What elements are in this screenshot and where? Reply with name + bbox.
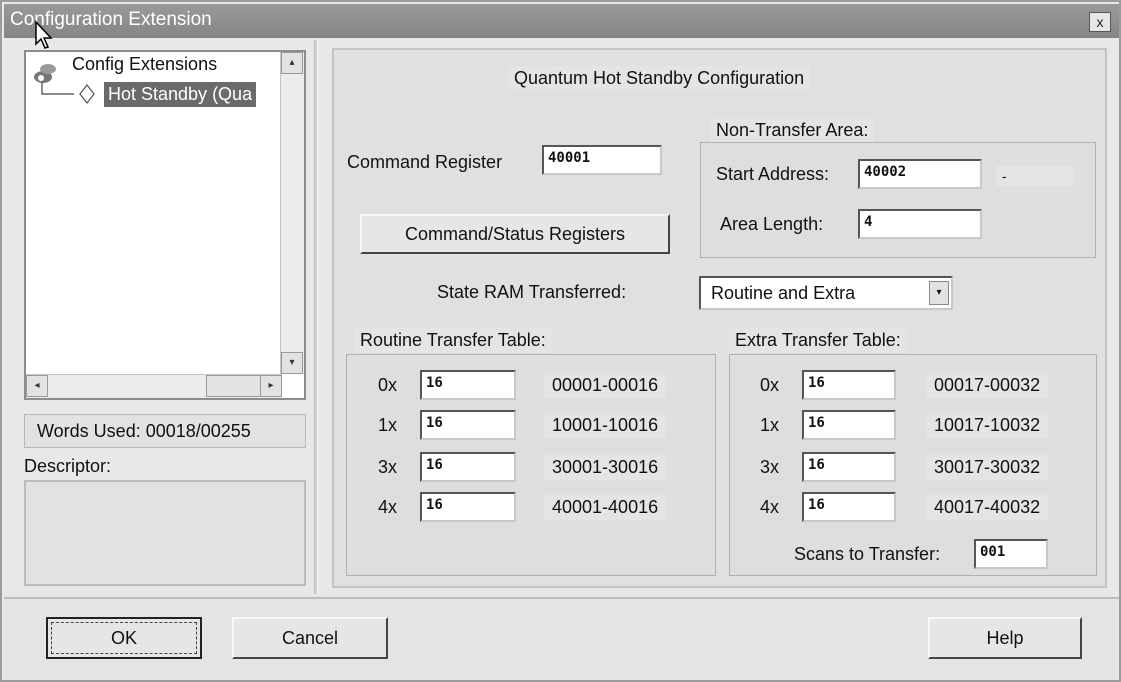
scroll-right-button[interactable]: ▸ [260, 375, 282, 397]
ok-button-focus: OK [51, 622, 197, 654]
routine-transfer-title: Routine Transfer Table: [354, 328, 552, 353]
extra-range-0x: 00017-00032 [926, 373, 1049, 398]
routine-count-0x[interactable]: 16 [420, 370, 516, 400]
scans-to-transfer-label: Scans to Transfer: [794, 544, 941, 564]
start-address-label: Start Address: [716, 164, 830, 184]
scroll-thumb[interactable] [206, 375, 266, 397]
extra-count-1x[interactable]: 16 [802, 410, 896, 440]
area-length-field[interactable]: 4 [858, 209, 982, 239]
words-used-box: Words Used: 00018/00255 [24, 414, 306, 448]
area-length-label: Area Length: [720, 214, 824, 234]
extra-count-4x[interactable]: 16 [802, 492, 896, 522]
dropdown-arrow-icon[interactable]: ▾ [929, 281, 949, 305]
routine-type-3x: 3x [378, 457, 398, 477]
extension-tree[interactable]: Config Extensions Hot Standby (Qua ▴ ▾ ◂… [24, 50, 306, 400]
routine-range-3x: 30001-30016 [544, 455, 667, 480]
routine-count-3x[interactable]: 16 [420, 452, 516, 482]
routine-range-1x: 10001-10016 [544, 413, 667, 438]
help-button[interactable]: Help [928, 617, 1082, 659]
scroll-down-button[interactable]: ▾ [281, 352, 303, 374]
words-used-text: Words Used: 00018/00255 [37, 421, 251, 441]
cancel-button[interactable]: Cancel [232, 617, 388, 659]
routine-type-4x: 4x [378, 497, 398, 517]
ok-button-label: OK [110, 628, 137, 648]
extra-type-0x: 0x [760, 375, 780, 395]
command-register-label: Command Register [347, 152, 503, 172]
tree-connector [41, 82, 74, 95]
state-ram-dropdown[interactable]: Routine and Extra ▾ [699, 276, 953, 310]
extra-type-4x: 4x [760, 497, 780, 517]
extra-type-3x: 3x [760, 457, 780, 477]
routine-type-1x: 1x [378, 415, 398, 435]
mouse-cursor-icon [35, 20, 53, 49]
extra-type-1x: 1x [760, 415, 780, 435]
extra-range-4x: 40017-40032 [926, 495, 1049, 520]
descriptor-box[interactable] [24, 480, 306, 586]
descriptor-label: Descriptor: [24, 456, 112, 476]
start-address-end-text: - [996, 166, 1074, 186]
extra-range-1x: 10017-10032 [926, 413, 1049, 438]
extra-range-3x: 30017-30032 [926, 455, 1049, 480]
routine-range-4x: 40001-40016 [544, 495, 667, 520]
non-transfer-area-title: Non-Transfer Area: [710, 118, 875, 143]
title-bar[interactable]: Configuration Extension x [4, 4, 1119, 38]
tree-vertical-scrollbar[interactable]: ▴ ▾ [280, 52, 304, 374]
ok-button[interactable]: OK [46, 617, 202, 659]
extra-transfer-title: Extra Transfer Table: [729, 328, 907, 353]
configuration-extension-window: Configuration Extension x Config Extensi… [0, 0, 1121, 682]
routine-count-4x[interactable]: 16 [420, 492, 516, 522]
routine-type-0x: 0x [378, 375, 398, 395]
tree-item-hot-standby[interactable]: Hot Standby (Qua [104, 82, 257, 107]
start-address-field[interactable]: 40002 [858, 159, 982, 189]
extra-count-0x[interactable]: 16 [802, 370, 896, 400]
scroll-up-button[interactable]: ▴ [281, 52, 303, 74]
scans-to-transfer-field[interactable]: 001 [974, 539, 1048, 569]
tree-horizontal-scrollbar[interactable]: ◂ ▸ [26, 374, 282, 398]
hot-standby-icon [79, 84, 95, 104]
page-title: Quantum Hot Standby Configuration [508, 66, 811, 91]
panel-divider [314, 40, 318, 594]
close-button[interactable]: x [1089, 12, 1111, 32]
state-ram-selected-value: Routine and Extra [711, 283, 856, 303]
extra-count-3x[interactable]: 16 [802, 452, 896, 482]
scroll-left-button[interactable]: ◂ [26, 375, 48, 397]
state-ram-label: State RAM Transferred: [437, 282, 627, 302]
routine-range-0x: 00001-00016 [544, 373, 667, 398]
routine-count-1x[interactable]: 16 [420, 410, 516, 440]
tree-item-config-extensions[interactable]: Config Extensions [72, 54, 217, 75]
command-status-registers-button[interactable]: Command/Status Registers [360, 214, 670, 254]
command-register-field[interactable]: 40001 [542, 145, 662, 175]
